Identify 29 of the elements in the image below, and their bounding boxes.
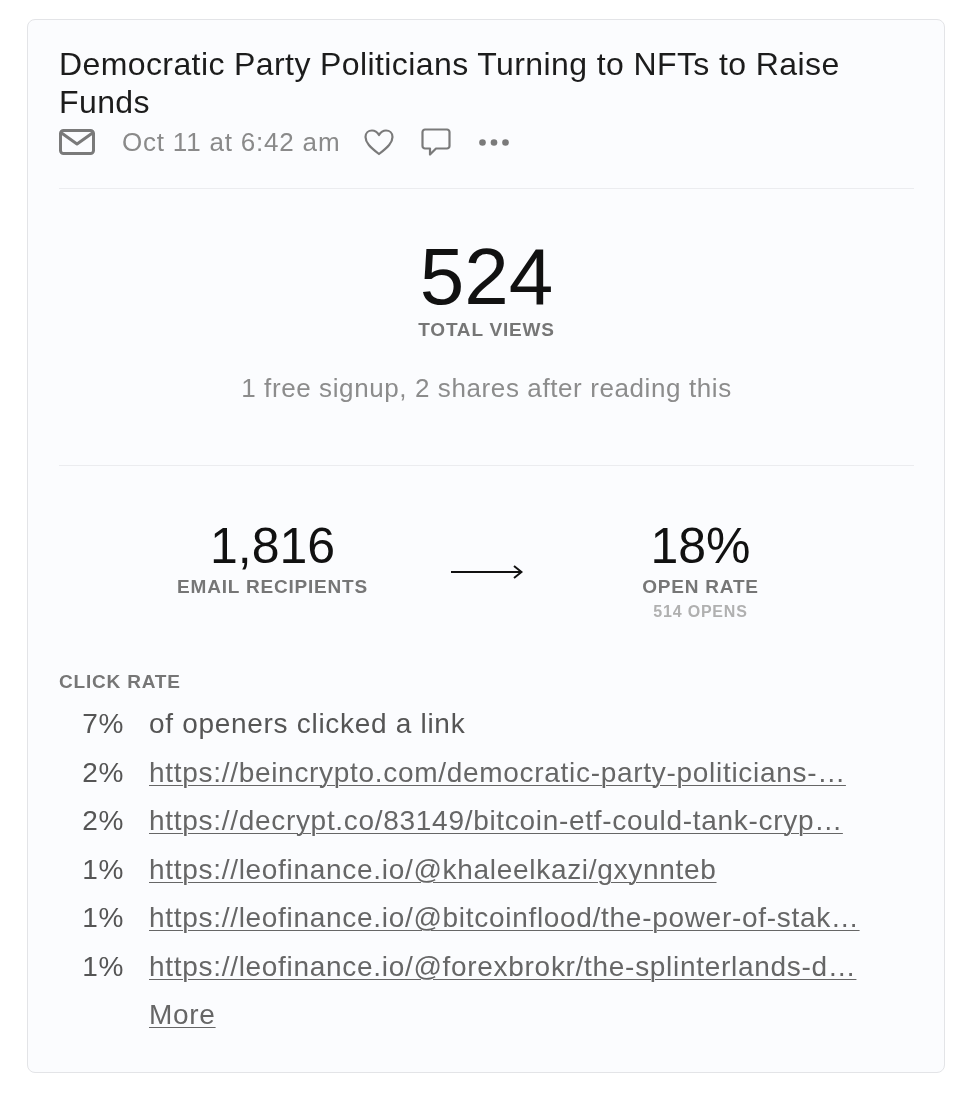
right-arrow-icon (450, 565, 523, 579)
click-percent: 2% (82, 804, 124, 838)
click-percent: 7% (82, 707, 124, 741)
link-url[interactable]: https://decrypt.co/83149/bitcoin-etf-could-tank-cryp… (149, 797, 843, 846)
more-link[interactable]: More (149, 991, 216, 1040)
click-percent: 1% (82, 949, 124, 984)
link-url[interactable]: https://beincrypto.com/democratic-party-politicians-… (149, 748, 846, 797)
more-options-icon[interactable] (479, 138, 510, 146)
click-rate-heading: CLICK RATE (59, 671, 182, 693)
link-url[interactable]: https://leofinance.io/@forexbrokr/the-splinterlands-d… (149, 942, 857, 991)
recipients-label: EMAIL RECIPIENTS (177, 576, 368, 598)
link-url[interactable]: https://leofinance.io/@khaleelkazi/gxynnteb (149, 845, 717, 894)
views-note: 1 free signup, 2 shares after reading this (241, 374, 732, 402)
post-date: Oct 11 at 6:42 am (122, 126, 341, 158)
heart-icon[interactable] (364, 128, 395, 156)
link-url[interactable]: https://leofinance.io/@bitcoinflood/the-power-of-stak… (149, 894, 860, 943)
click-percent: 1% (82, 852, 124, 887)
post-title: Democratic Party Politicians Turning to NFTs to Raise Funds (59, 45, 841, 121)
recipients-value: 1,816 (209, 519, 336, 573)
click-percent: 2% (82, 755, 124, 790)
envelope-icon (59, 129, 95, 155)
click-summary-text: of openers clicked a link (149, 707, 466, 741)
speech-bubble-icon[interactable] (421, 128, 452, 156)
open-rate-label: OPEN RATE (642, 576, 759, 598)
opens-count: 514 OPENS (653, 602, 748, 622)
open-rate-value: 18% (650, 519, 751, 573)
total-views-value: 524 (419, 236, 554, 318)
total-views-label: TOTAL VIEWS (418, 319, 555, 341)
click-percent: 1% (82, 901, 124, 935)
